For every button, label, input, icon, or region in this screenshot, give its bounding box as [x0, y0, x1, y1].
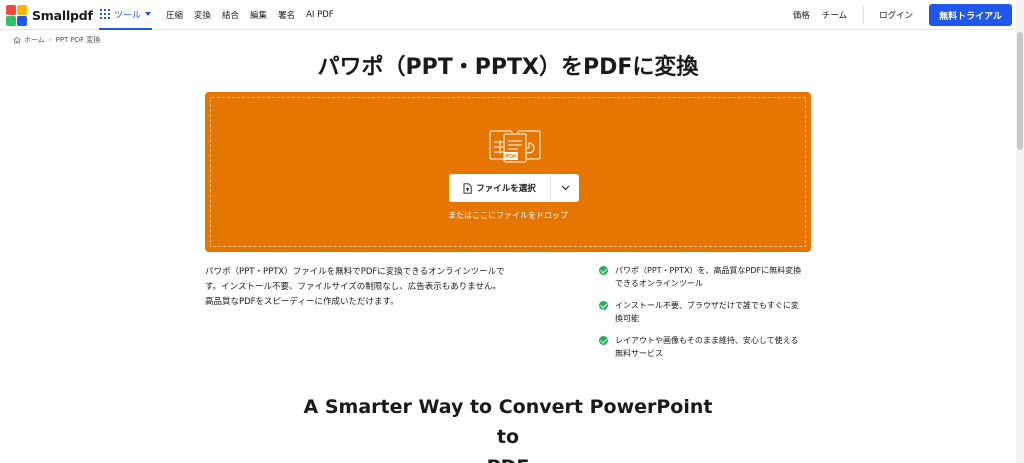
feature-item: レイアウトや画像もそのまま維持、安心して使える 無料サービス [599, 334, 814, 360]
tool-description: パワポ（PPT・PPTX）ファイルを無料でPDFに変換できるオンラインツールで … [205, 265, 545, 310]
top-header: Smallpdf ツール 圧縮 変換 結合 編集 署名 AI PDF 価格 チー… [0, 0, 1024, 30]
right-nav: 価格 チーム ログイン 無料トライアル [793, 0, 1024, 30]
chevron-down-icon [561, 185, 569, 191]
breadcrumb: ホーム › PPT PDF 変換 [13, 35, 100, 45]
description-line: パワポ（PPT・PPTX）ファイルを無料でPDFに変換できるオンラインツールで [205, 267, 505, 277]
choose-file-label: ファイルを選択 [476, 184, 536, 194]
tools-menu[interactable]: ツール [99, 0, 153, 30]
brand-name: Smallpdf [32, 8, 93, 23]
scrollbar-thumb[interactable] [1017, 32, 1023, 150]
home-icon [13, 36, 21, 44]
smallpdf-logo-icon [6, 5, 27, 26]
feature-text: できるオンラインツール [615, 279, 703, 288]
feature-item: パワポ（PPT・PPTX）を、高品質なPDFに無料変換 できるオンラインツール [599, 264, 814, 290]
choose-file-button[interactable]: ファイルを選択 [449, 174, 551, 202]
check-circle-icon [599, 266, 608, 275]
feature-text: パワポ（PPT・PPTX）を、高品質なPDFに無料変換 [615, 266, 802, 275]
check-circle-icon [599, 301, 608, 310]
nav-compress[interactable]: 圧縮 [166, 9, 183, 21]
nav-merge[interactable]: 結合 [222, 9, 239, 21]
feature-text: インストール不要、ブラウザだけで誰でもすぐに変 [615, 301, 799, 310]
free-trial-button[interactable]: 無料トライアル [929, 4, 1012, 26]
feature-text: レイアウトや画像もそのまま維持、安心して使える [615, 336, 799, 345]
check-circle-icon [599, 336, 608, 345]
pricing-link[interactable]: 価格 [793, 9, 810, 21]
section-heading: A Smarter Way to Convert PowerPoint to P… [290, 392, 726, 463]
nav-ai-pdf[interactable]: AI PDF [306, 10, 334, 20]
main-nav: 圧縮 変換 結合 編集 署名 AI PDF [166, 0, 345, 30]
section-heading-line: PDF [290, 452, 726, 463]
feature-text: 換可能 [615, 314, 639, 323]
grid-icon [100, 9, 110, 19]
page-scrollbar[interactable] [1016, 0, 1024, 463]
pdf-badge: PDF [506, 154, 518, 160]
choose-file-group: ファイルを選択 [449, 174, 579, 202]
smallpdf-logo[interactable]: Smallpdf [6, 5, 93, 26]
team-link[interactable]: チーム [822, 9, 847, 21]
feature-text: 無料サービス [615, 349, 663, 358]
nav-sign[interactable]: 署名 [278, 9, 295, 21]
breadcrumb-home[interactable]: ホーム [24, 35, 45, 45]
choose-source-dropdown[interactable] [551, 174, 579, 202]
feature-item: インストール不要、ブラウザだけで誰でもすぐに変 換可能 [599, 299, 814, 325]
nav-edit[interactable]: 編集 [250, 9, 267, 21]
nav-convert[interactable]: 変換 [194, 9, 211, 21]
caret-down-icon [145, 12, 152, 16]
feature-list: パワポ（PPT・PPTX）を、高品質なPDFに無料変換 できるオンラインツール … [599, 264, 814, 369]
description-line: 高品質なPDFをスピーディーに作成いただけます。 [205, 297, 399, 307]
tools-label: ツール [114, 10, 142, 21]
login-link[interactable]: ログイン [879, 9, 913, 21]
description-line: す。インストール不要、ファイルサイズの制限なし、広告表示もありません。 [205, 282, 501, 292]
nav-divider [863, 6, 865, 24]
section-heading-line: A Smarter Way to Convert PowerPoint to [303, 396, 713, 448]
documents-icon: PDF [489, 130, 541, 163]
breadcrumb-current: PPT PDF 変換 [55, 36, 101, 44]
file-upload-icon [463, 182, 472, 194]
dropzone-border: PDF ファイルを選択 またはここにファイルをドロップ [210, 97, 806, 247]
page-title: パワポ（PPT・PPTX）をPDFに変換 [317, 55, 699, 80]
upload-dropzone[interactable]: PDF ファイルを選択 またはここにファイルをドロップ [205, 92, 811, 252]
drop-hint: またはここにファイルをドロップ [448, 211, 568, 220]
breadcrumb-separator: › [48, 36, 52, 44]
